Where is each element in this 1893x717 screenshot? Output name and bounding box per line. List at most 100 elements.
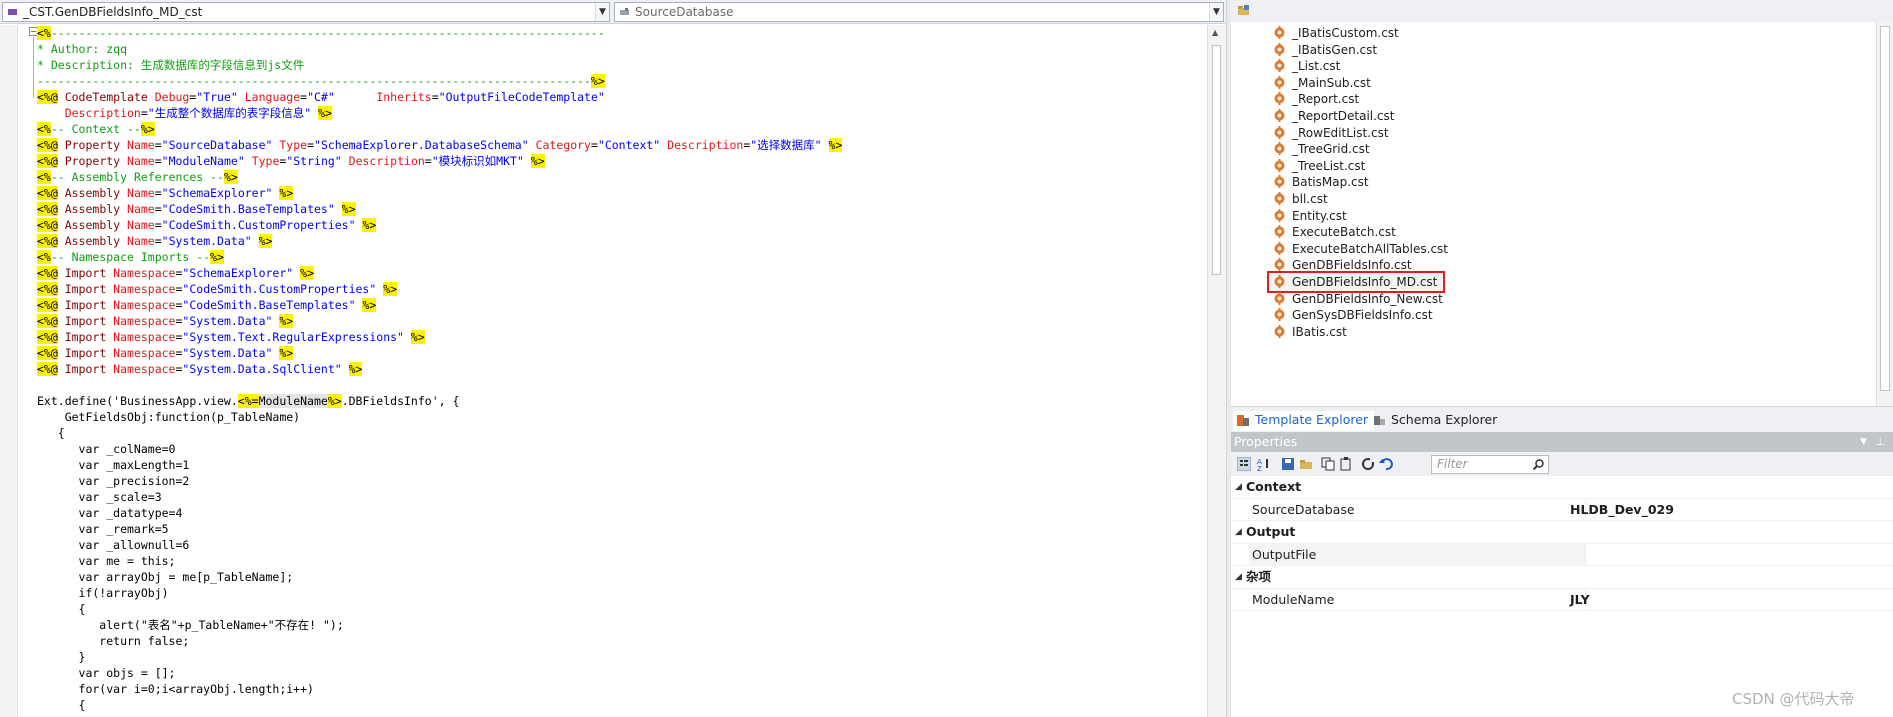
code-text[interactable]: <%--------------------------------------…: [37, 25, 1202, 713]
undo-icon[interactable]: [1379, 457, 1393, 471]
code-line[interactable]: var me = this;: [37, 553, 1202, 569]
code-line[interactable]: <%@ Import Namespace="System.Data.SqlCli…: [37, 361, 1202, 377]
template-file-item[interactable]: ExecuteBatch.cst: [1273, 223, 1396, 241]
code-line[interactable]: <%@ Assembly Name="CodeSmith.CustomPrope…: [37, 217, 1202, 233]
template-file-item[interactable]: _RowEditList.cst: [1273, 124, 1389, 142]
template-file-item[interactable]: _Report.cst: [1273, 90, 1359, 108]
template-file-item[interactable]: _IBatisCustom.cst: [1273, 24, 1399, 42]
code-line[interactable]: var _remark=5: [37, 521, 1202, 537]
code-editor[interactable]: − <%------------------------------------…: [0, 25, 1207, 717]
code-line[interactable]: {: [37, 601, 1202, 617]
code-line[interactable]: return false;: [37, 633, 1202, 649]
code-line[interactable]: <%@ Import Namespace="CodeSmith.BaseTemp…: [37, 297, 1202, 313]
tab-schema-explorer[interactable]: Schema Explorer: [1369, 411, 1497, 431]
code-line[interactable]: <%@ Import Namespace="System.Data" %>: [37, 345, 1202, 361]
property-value[interactable]: HLDB_Dev_029: [1565, 499, 1893, 521]
code-line[interactable]: var _colName=0: [37, 441, 1202, 457]
category-context[interactable]: ◢ Context: [1231, 476, 1893, 498]
properties-filter-input[interactable]: Filter: [1431, 455, 1549, 474]
alphabetical-sort-icon[interactable]: AZ: [1257, 457, 1271, 471]
pin-icon[interactable]: ⊥: [1875, 432, 1885, 452]
code-line[interactable]: <%@ Property Name="SourceDatabase" Type=…: [37, 137, 1202, 153]
code-line[interactable]: <%@ Import Namespace="SchemaExplorer" %>: [37, 265, 1202, 281]
template-file-item[interactable]: _TreeList.cst: [1273, 157, 1365, 175]
code-line[interactable]: * Description: 生成数据库的字段信息到js文件: [37, 57, 1202, 73]
code-line[interactable]: <%@ Import Namespace="CodeSmith.CustomPr…: [37, 281, 1202, 297]
code-line[interactable]: {: [37, 425, 1202, 441]
template-file-item[interactable]: IBatis.cst: [1273, 323, 1347, 341]
template-file-item[interactable]: BatisMap.cst: [1273, 173, 1369, 191]
save-icon[interactable]: [1281, 457, 1295, 471]
code-line[interactable]: <%@ Assembly Name="CodeSmith.BaseTemplat…: [37, 201, 1202, 217]
code-line[interactable]: var _precision=2: [37, 473, 1202, 489]
template-file-item[interactable]: Entity.cst: [1273, 207, 1347, 225]
code-line[interactable]: <%--------------------------------------…: [37, 25, 1202, 41]
template-file-item[interactable]: bll.cst: [1273, 190, 1328, 208]
code-line[interactable]: [37, 377, 1202, 393]
collapse-triangle-icon[interactable]: ◢: [1235, 476, 1242, 498]
scroll-up-icon[interactable]: ▲: [1212, 28, 1218, 37]
code-line[interactable]: if(!arrayObj): [37, 585, 1202, 601]
open-folder-icon[interactable]: [1237, 4, 1251, 17]
collapse-triangle-icon[interactable]: ◢: [1235, 521, 1242, 543]
explorer-vertical-scrollbar[interactable]: [1876, 22, 1893, 406]
property-value[interactable]: JLY: [1565, 589, 1893, 611]
code-line[interactable]: <%@ CodeTemplate Debug="True" Language="…: [37, 89, 1202, 105]
template-file-item[interactable]: GenDBFieldsInfo.cst: [1273, 256, 1412, 274]
property-row-source-database[interactable]: SourceDatabase HLDB_Dev_029: [1231, 498, 1893, 521]
copy-icon[interactable]: [1321, 457, 1335, 471]
template-file-item[interactable]: _MainSub.cst: [1273, 74, 1371, 92]
code-line[interactable]: ----------------------------------------…: [37, 73, 1202, 89]
property-row-module-name[interactable]: ModuleName JLY: [1231, 588, 1893, 611]
code-line[interactable]: <%-- Namespace Imports --%>: [37, 249, 1202, 265]
code-line[interactable]: {: [37, 697, 1202, 713]
code-line[interactable]: <%@ Assembly Name="SchemaExplorer" %>: [37, 185, 1202, 201]
code-line[interactable]: var _maxLength=1: [37, 457, 1202, 473]
code-line[interactable]: var _datatype=4: [37, 505, 1202, 521]
member-selector-dropdown[interactable]: SourceDatabase ▼: [614, 2, 1224, 22]
template-file-item[interactable]: _ReportDetail.cst: [1273, 107, 1395, 125]
code-line[interactable]: <%@ Import Namespace="System.Data" %>: [37, 313, 1202, 329]
code-line[interactable]: alert("表名"+p_TableName+"不存在! ");: [37, 617, 1202, 633]
code-line[interactable]: <%@ Assembly Name="System.Data" %>: [37, 233, 1202, 249]
collapse-triangle-icon[interactable]: ◢: [1235, 566, 1242, 588]
code-line[interactable]: }: [37, 649, 1202, 665]
code-line[interactable]: Description="生成整个数据库的表字段信息" %>: [37, 105, 1202, 121]
categorized-view-icon[interactable]: [1237, 457, 1251, 471]
code-line[interactable]: * Author: zqq: [37, 41, 1202, 57]
property-row-output-file[interactable]: OutputFile: [1231, 543, 1893, 566]
template-file-item[interactable]: ExecuteBatchAllTables.cst: [1273, 240, 1448, 258]
code-line[interactable]: <%@ Import Namespace="System.Text.Regula…: [37, 329, 1202, 345]
category-misc[interactable]: ◢ 杂项: [1231, 566, 1893, 588]
chevron-down-icon[interactable]: ▼: [1860, 432, 1867, 452]
template-file-item[interactable]: _TreeGrid.cst: [1273, 140, 1370, 158]
template-file-item[interactable]: _List.cst: [1273, 57, 1340, 75]
chevron-down-icon[interactable]: ▼: [1209, 3, 1223, 21]
code-line[interactable]: <%@ Property Name="ModuleName" Type="Str…: [37, 153, 1202, 169]
template-file-item[interactable]: GenSysDBFieldsInfo.cst: [1273, 306, 1433, 324]
code-line[interactable]: var _allownull=6: [37, 537, 1202, 553]
refresh-icon[interactable]: [1361, 457, 1375, 471]
template-file-item[interactable]: GenDBFieldsInfo_New.cst: [1273, 290, 1443, 308]
search-icon[interactable]: [1533, 459, 1544, 470]
chevron-down-icon[interactable]: ▼: [595, 3, 609, 21]
code-line[interactable]: var arrayObj = me[p_TableName];: [37, 569, 1202, 585]
paste-icon[interactable]: [1339, 457, 1353, 471]
scrollbar-thumb[interactable]: [1212, 45, 1221, 275]
category-output[interactable]: ◢ Output: [1231, 521, 1893, 543]
editor-vertical-scrollbar[interactable]: ▲: [1207, 25, 1226, 717]
template-file-item[interactable]: GenDBFieldsInfo_MD.cst: [1266, 271, 1446, 293]
tab-template-explorer[interactable]: Template Explorer: [1233, 411, 1375, 431]
code-line[interactable]: var _scale=3: [37, 489, 1202, 505]
scrollbar-thumb[interactable]: [1880, 26, 1890, 391]
template-selector-dropdown[interactable]: _CST.GenDBFieldsInfo_MD_cst ▼: [2, 2, 610, 22]
code-line[interactable]: var objs = [];: [37, 665, 1202, 681]
code-line[interactable]: <%-- Assembly References --%>: [37, 169, 1202, 185]
code-line[interactable]: GetFieldsObj:function(p_TableName): [37, 409, 1202, 425]
template-file-item[interactable]: _IBatisGen.cst: [1273, 41, 1377, 59]
code-line[interactable]: for(var i=0;i<arrayObj.length;i++): [37, 681, 1202, 697]
code-line[interactable]: <%-- Context --%>: [37, 121, 1202, 137]
open-icon[interactable]: [1299, 457, 1313, 471]
property-value[interactable]: [1565, 544, 1893, 566]
code-line[interactable]: Ext.define('BusinessApp.view.<%=ModuleNa…: [37, 393, 1202, 409]
